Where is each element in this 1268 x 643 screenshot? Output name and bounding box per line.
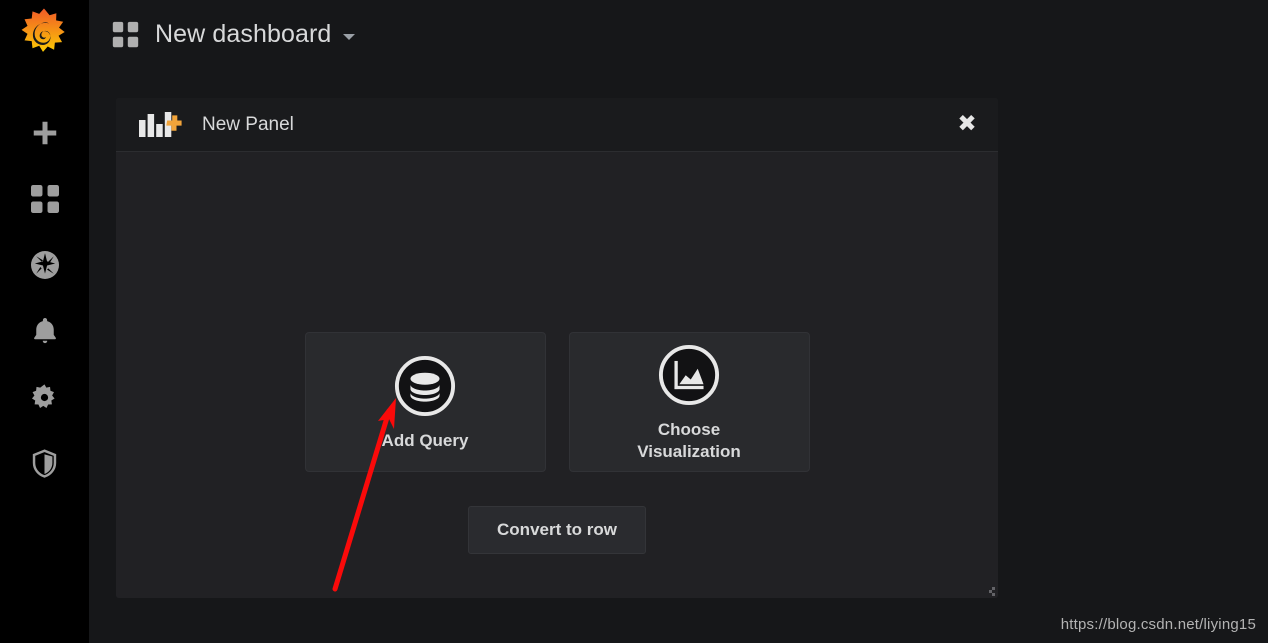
sidebar-item-create-new[interactable] [0, 100, 89, 166]
choose-visualization-label: Choose Visualization [637, 420, 741, 461]
panel-title[interactable]: New Panel [202, 114, 294, 136]
compass-icon [29, 249, 61, 281]
dashboards-grid-icon [29, 183, 61, 215]
area-chart-icon [658, 344, 720, 406]
panel-header: New Panel ✖ [116, 98, 998, 152]
convert-to-row-button[interactable]: Convert to row [468, 506, 646, 554]
sidebar-item-alerting[interactable] [0, 298, 89, 364]
chevron-down-icon[interactable] [343, 33, 356, 40]
watermark-text: https://blog.csdn.net/liying15 [1060, 616, 1256, 633]
bar-chart-plus-icon [138, 110, 182, 140]
new-panel-container: New Panel ✖ Add Query Choose Visualizati… [116, 98, 998, 598]
dashboard-grid-icon [111, 20, 140, 49]
dashboard-topbar: New dashboard [89, 0, 1268, 68]
database-icon [394, 355, 456, 417]
grafana-dashboard-page: New dashboard New Panel ✖ Add Query Choo… [0, 0, 1268, 643]
gear-icon [29, 382, 60, 413]
plus-icon [30, 118, 60, 148]
choose-visualization-card[interactable]: Choose Visualization [568, 332, 810, 472]
add-query-card[interactable]: Add Query [304, 332, 546, 472]
panel-body: Add Query Choose Visualization Convert t… [116, 152, 998, 598]
dashboard-title[interactable]: New dashboard [155, 20, 331, 49]
sidebar-item-explore[interactable] [0, 232, 89, 298]
resize-handle-icon[interactable] [983, 583, 995, 596]
bell-icon [30, 316, 60, 346]
sidebar-item-server-admin[interactable] [0, 430, 89, 496]
main-sidebar [0, 0, 89, 643]
shield-icon [29, 448, 60, 479]
grafana-logo-icon [17, 7, 73, 63]
panel-action-cards: Add Query Choose Visualization [116, 332, 998, 472]
sidebar-item-dashboards[interactable] [0, 166, 89, 232]
sidebar-item-configuration[interactable] [0, 364, 89, 430]
add-query-label: Add Query [381, 430, 469, 450]
grafana-logo-button[interactable] [0, 0, 89, 70]
close-icon[interactable]: ✖ [954, 112, 980, 138]
